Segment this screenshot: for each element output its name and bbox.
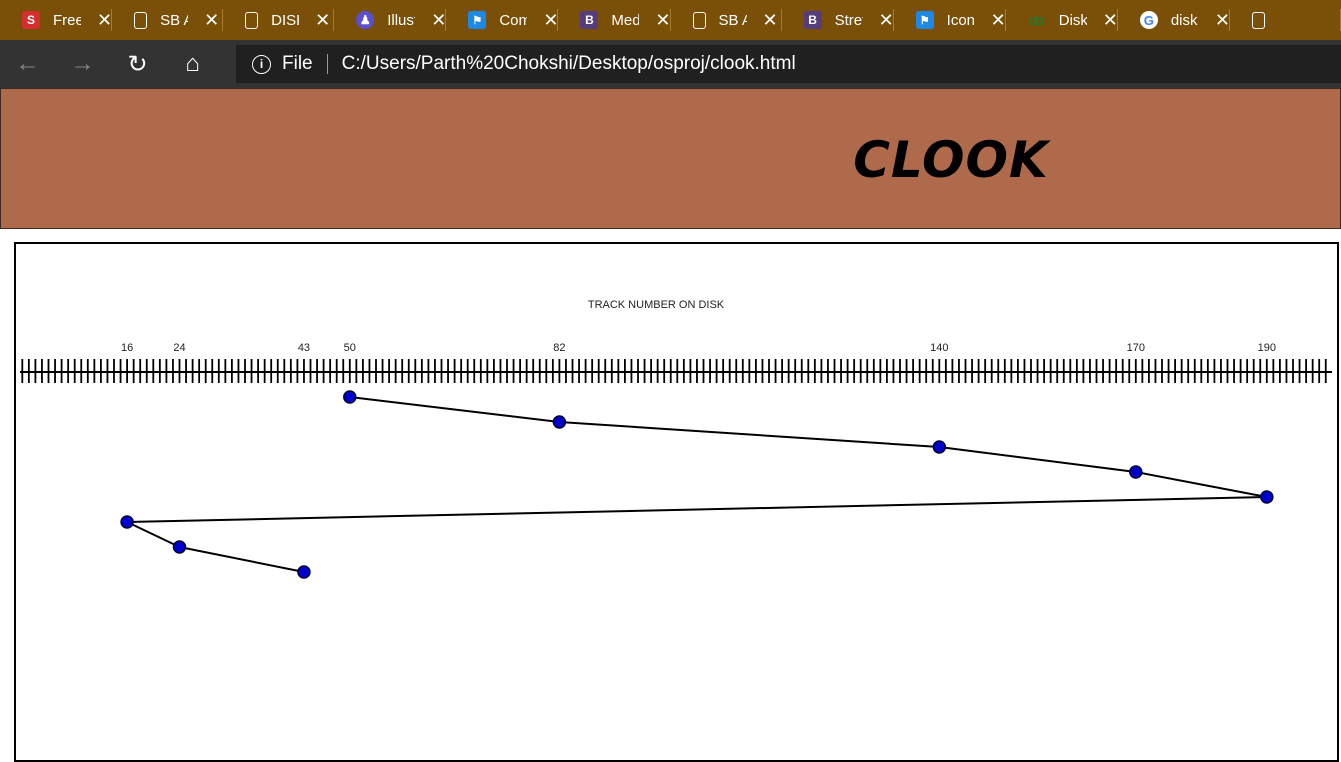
close-icon[interactable]: ✕ <box>879 11 894 29</box>
home-icon: ⌂ <box>185 50 200 77</box>
close-icon[interactable]: ✕ <box>1103 11 1118 29</box>
refresh-icon: ↻ <box>127 50 148 78</box>
google-icon: G <box>1139 11 1158 29</box>
tab-title: Icons <box>946 11 975 29</box>
s-icon: S <box>22 11 40 29</box>
close-icon[interactable]: ✕ <box>763 11 778 29</box>
tab-title: Medi <box>611 11 640 29</box>
browser-tab[interactable]: B Stretc ✕ <box>782 0 894 40</box>
document-icon <box>245 11 259 29</box>
tab-title: DISK <box>271 11 299 29</box>
forward-arrow-icon: → <box>70 50 95 77</box>
browser-tab[interactable]: B Medi ✕ <box>558 0 671 40</box>
address-bar[interactable]: i File C:/Users/Parth%20Chokshi/Desktop/… <box>236 45 1341 83</box>
seek-point <box>172 540 187 554</box>
back-button[interactable]: ← <box>0 40 55 88</box>
tick-label: 170 <box>1127 342 1145 354</box>
home-button[interactable]: ⌂ <box>165 40 220 88</box>
tab-title: SB Ad <box>160 11 188 29</box>
back-arrow-icon: ← <box>15 50 40 77</box>
tick-label: 82 <box>553 342 565 354</box>
tick-label: 24 <box>173 342 185 354</box>
seek-point <box>343 390 357 404</box>
document-icon <box>134 11 148 29</box>
close-icon[interactable]: ✕ <box>1215 11 1230 29</box>
refresh-button[interactable]: ↻ <box>110 40 165 88</box>
address-url[interactable]: C:/Users/Parth%20Chokshi/Desktop/osproj/… <box>342 53 796 75</box>
page-title: CLOOK <box>853 131 1049 189</box>
browser-tab[interactable]: ⚑ Icons ✕ <box>894 0 1006 40</box>
axis-title: TRACK NUMBER ON DISK <box>588 299 725 311</box>
bootstrap-icon: B <box>803 11 822 29</box>
browser-tab[interactable] <box>1230 0 1341 40</box>
address-scheme: File <box>282 53 313 74</box>
browser-tab[interactable]: ⚑ Comp ✕ <box>446 0 559 40</box>
close-icon[interactable]: ✕ <box>97 11 112 29</box>
page-header: CLOOK <box>0 88 1341 229</box>
seek-path-segment <box>1135 471 1267 498</box>
seek-path-segment <box>349 396 560 423</box>
disk-icon: ꝏ <box>1029 11 1044 28</box>
forward-button[interactable]: → <box>55 40 110 88</box>
document-icon <box>692 11 706 29</box>
browser-tab[interactable]: SB Ad ✕ <box>671 0 782 40</box>
seek-point <box>297 565 311 579</box>
clook-chart: TRACK NUMBER ON DISK 16 24 43 50 82 140 170 190 <box>20 299 1332 579</box>
close-icon[interactable]: ✕ <box>204 11 219 29</box>
tab-title: disk s <box>1170 11 1199 29</box>
flag-icon: ⚑ <box>915 11 934 29</box>
close-icon[interactable]: ✕ <box>991 11 1006 29</box>
tick-label: 140 <box>930 342 948 354</box>
browser-tab[interactable]: ꝏ Disk ✕ <box>1006 0 1118 40</box>
browser-tab[interactable]: S Free I ✕ <box>0 0 113 40</box>
tab-title: Comp <box>499 11 528 29</box>
seek-path-segment <box>126 521 180 548</box>
flag-icon: ⚑ <box>468 11 487 29</box>
seek-path-segment <box>127 496 1267 523</box>
tick-label: 190 <box>1258 342 1276 354</box>
illustration-icon: ♟ <box>356 11 375 29</box>
browser-tab[interactable]: DISK ✕ <box>223 0 335 40</box>
seek-point <box>1260 490 1274 504</box>
tab-title: Free I <box>53 11 81 29</box>
tick-label: 43 <box>298 342 310 354</box>
info-icon[interactable]: i <box>252 54 271 74</box>
document-icon <box>1251 11 1265 29</box>
address-separator <box>326 54 328 74</box>
tick-label: 50 <box>344 342 356 354</box>
close-icon[interactable]: ✕ <box>431 11 446 29</box>
seek-point <box>932 440 947 454</box>
browser-tab[interactable]: Gdisk s ✕ <box>1118 0 1231 40</box>
close-icon[interactable]: ✕ <box>315 11 330 29</box>
seek-path-segment <box>939 446 1136 473</box>
tab-title: SB Ad <box>718 11 747 29</box>
bootstrap-icon: B <box>580 11 599 29</box>
tab-title: Stretc <box>834 11 863 29</box>
close-icon[interactable]: ✕ <box>655 11 670 29</box>
seek-path-segment <box>179 546 305 573</box>
seek-point <box>120 515 134 529</box>
tab-strip: S Free I ✕ SB Ad ✕ DISK ✕ ♟ Illustr ✕ ⚑ Comp ✕ B Medi ✕… <box>0 0 1341 40</box>
browser-tab[interactable]: SB Ad ✕ <box>112 0 224 40</box>
tab-title: Illustr <box>387 11 415 29</box>
tick-label: 16 <box>121 342 133 354</box>
close-icon[interactable]: ✕ <box>543 11 558 29</box>
seek-point <box>1129 465 1143 479</box>
tab-title: Disk <box>1058 11 1087 29</box>
seek-point <box>552 415 567 429</box>
browser-toolbar: ← → ↻ ⌂ i File C:/Users/Parth%20Chokshi/… <box>0 40 1341 88</box>
seek-path-segment <box>559 421 940 448</box>
browser-tab[interactable]: ♟ Illustr ✕ <box>334 0 447 40</box>
chart-canvas: TRACK NUMBER ON DISK 16 24 43 50 82 140 170 190 <box>14 242 1339 762</box>
